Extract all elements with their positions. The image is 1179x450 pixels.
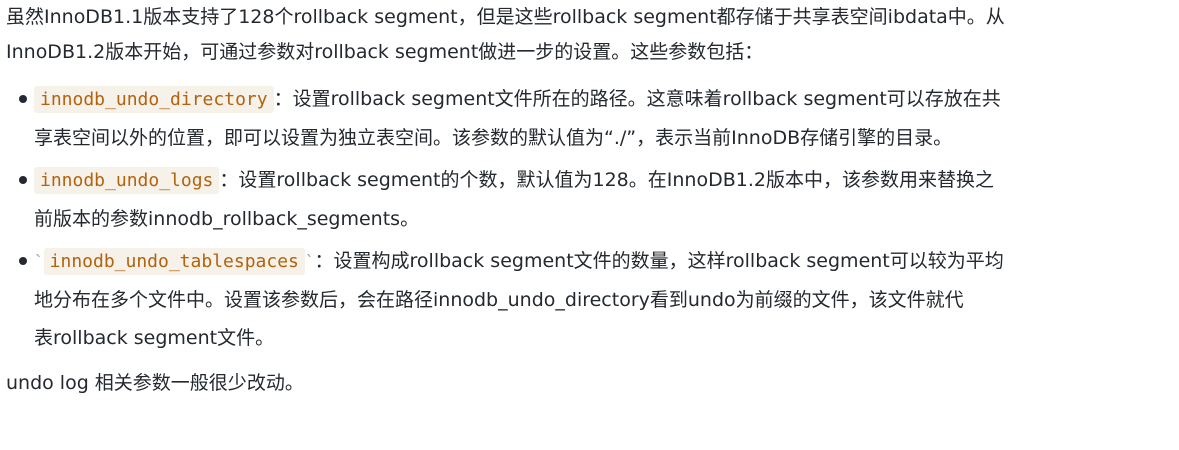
param-name-code: innodb_undo_logs [34,167,220,194]
bullet-icon [19,257,27,265]
param-list: innodb_undo_directory ：设置rollback segment… [6,80,1169,357]
param-item-undo-logs: innodb_undo_logs ：设置rollback segment的个数，默… [6,161,1169,238]
backtick-open: ` [34,252,44,271]
bullet-icon [19,95,27,103]
param-description-line-1: ：设置rollback segment文件所在的路径。这意味着rollback … [273,88,1001,110]
outro-paragraph: undo log 相关参数一般很少改动。 [6,372,304,394]
param-description-line-1: ：设置rollback segment的个数，默认值为128。在InnoDB1.… [219,169,994,191]
param-item-undo-tablespaces: ` innodb_undo_tablespaces `：设置构成rollback s… [6,242,1169,357]
intro-line-2: InnoDB1.2版本开始，可通过参数对rollback segment做进一步… [6,41,764,63]
param-item-undo-directory: innodb_undo_directory ：设置rollback segment… [6,80,1169,157]
intro-paragraph: 虽然InnoDB1.1版本支持了128个rollback segment，但是这… [6,0,1169,70]
param-description-line-1: ：设置构成rollback segment文件的数量，这样rollback se… [314,250,1004,272]
param-description-line-2: 地分布在多个文件中。设置该参数后，会在路径innodb_undo_directo… [34,289,964,311]
param-description-line-2: 享表空间以外的位置，即可以设置为独立表空间。该参数的默认值为“./”，表示当前I… [34,127,953,149]
backtick-close: ` [304,252,315,271]
param-name-code: innodb_undo_directory [34,86,274,113]
param-description-line-2: 前版本的参数innodb_rollback_segments。 [34,208,420,230]
param-name-code: innodb_undo_tablespaces [43,248,305,275]
document: 虽然InnoDB1.1版本支持了128个rollback segment，但是这… [0,0,1179,450]
intro-line-1: 虽然InnoDB1.1版本支持了128个rollback segment，但是这… [6,6,1005,28]
bullet-icon [19,176,27,184]
param-description-line-3: 表rollback segment文件。 [34,327,275,349]
